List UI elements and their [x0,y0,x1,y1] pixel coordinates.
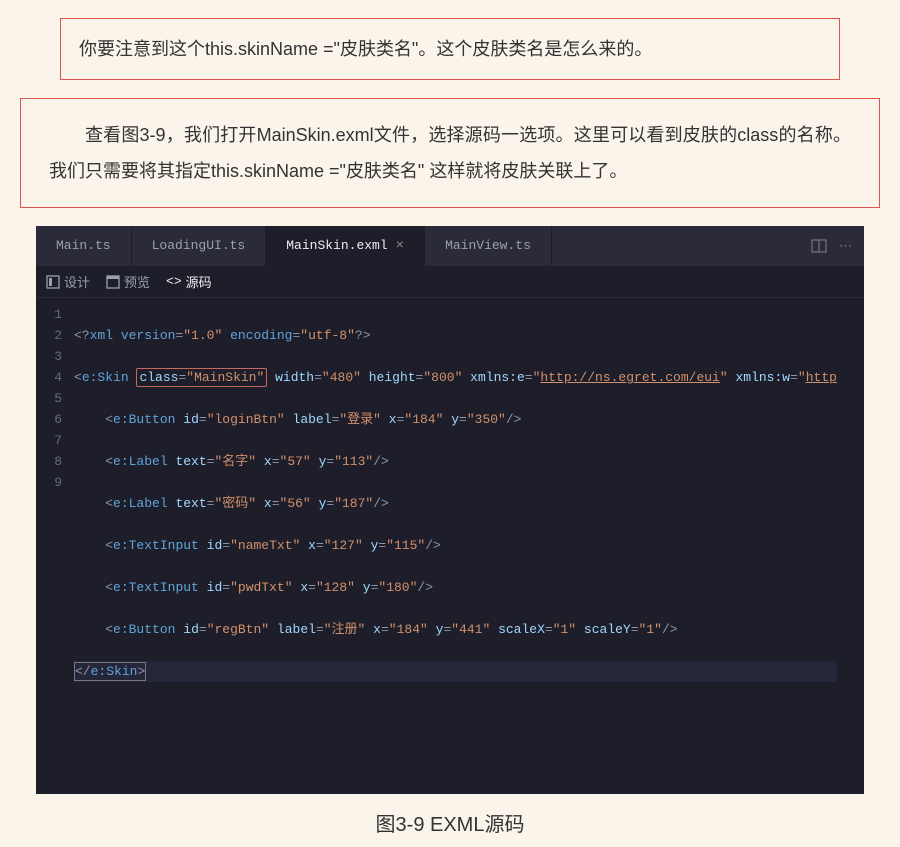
caption-text: 图3-9 EXML源码 [376,814,525,836]
line-number: 5 [36,388,62,409]
tab-bar: Main.ts LoadingUI.ts MainSkin.exml × Mai… [36,226,864,266]
line-number: 8 [36,451,62,472]
close-icon[interactable]: × [396,226,404,266]
view-preview-label: 预览 [124,272,150,291]
note-box: 你要注意到这个this.skinName ="皮肤类名"。这个皮肤类名是怎么来的… [60,18,840,80]
more-icon[interactable]: ⋯ [839,239,852,254]
highlight-class-attr: class="MainSkin" [136,368,267,387]
code-content[interactable]: <?xml version="1.0" encoding="utf-8"?> <… [74,304,837,724]
tab-label: Main.ts [56,226,111,266]
figure-caption: 图3-9 EXML源码 [0,808,900,837]
tab-mainskin-exml[interactable]: MainSkin.exml × [266,226,425,266]
cursor-selection: </e:Skin> [74,662,146,681]
code-area[interactable]: 1 2 3 4 5 6 7 8 9 <?xml version="1.0" en… [36,298,864,794]
line-number: 1 [36,304,62,325]
tab-label: MainSkin.exml [286,226,387,266]
editor-window: Main.ts LoadingUI.ts MainSkin.exml × Mai… [36,226,864,794]
tab-loadingui-ts[interactable]: LoadingUI.ts [132,226,267,266]
code-line-2: <e:Skin class="MainSkin" width="480" hei… [74,367,837,388]
line-number: 6 [36,409,62,430]
line-number: 7 [36,430,62,451]
namespace-link-w[interactable]: http [806,370,837,385]
preview-icon [106,275,120,289]
line-gutter: 1 2 3 4 5 6 7 8 9 [36,304,74,724]
view-source[interactable]: <> 源码 [166,272,212,291]
code-line-6: <e:TextInput id="nameTxt" x="127" y="115… [74,535,837,556]
split-editor-icon[interactable] [811,238,827,254]
view-mode-bar: 设计 预览 <> 源码 [36,266,864,298]
code-line-9: </e:Skin> [74,661,837,682]
note-text: 你要注意到这个this.skinName ="皮肤类名"。这个皮肤类名是怎么来的… [79,39,652,59]
paragraph-text: 查看图3-9，我们打开MainSkin.exml文件，选择源码一选项。这里可以看… [49,125,851,181]
line-number: 3 [36,346,62,367]
view-source-label: 源码 [186,272,212,291]
paragraph-box: 查看图3-9，我们打开MainSkin.exml文件，选择源码一选项。这里可以看… [20,98,880,208]
line-number: 2 [36,325,62,346]
view-preview[interactable]: 预览 [106,272,150,291]
view-design-label: 设计 [64,272,90,291]
design-icon [46,275,60,289]
tabbar-actions: ⋯ [811,238,864,254]
code-line-7: <e:TextInput id="pwdTxt" x="128" y="180"… [74,577,837,598]
code-line-3: <e:Button id="loginBtn" label="登录" x="18… [74,409,837,430]
code-icon: <> [166,274,182,289]
tab-label: MainView.ts [445,226,531,266]
namespace-link-eui[interactable]: http://ns.egret.com/eui [540,370,719,385]
code-line-5: <e:Label text="密码" x="56" y="187"/> [74,493,837,514]
code-line-4: <e:Label text="名字" x="57" y="113"/> [74,451,837,472]
tab-mainview-ts[interactable]: MainView.ts [425,226,552,266]
tab-label: LoadingUI.ts [152,226,246,266]
line-number: 9 [36,472,62,493]
line-number: 4 [36,367,62,388]
view-design[interactable]: 设计 [46,272,90,291]
code-line-1: <?xml version="1.0" encoding="utf-8"?> [74,325,837,346]
tab-main-ts[interactable]: Main.ts [36,226,132,266]
code-line-8: <e:Button id="regBtn" label="注册" x="184"… [74,619,837,640]
